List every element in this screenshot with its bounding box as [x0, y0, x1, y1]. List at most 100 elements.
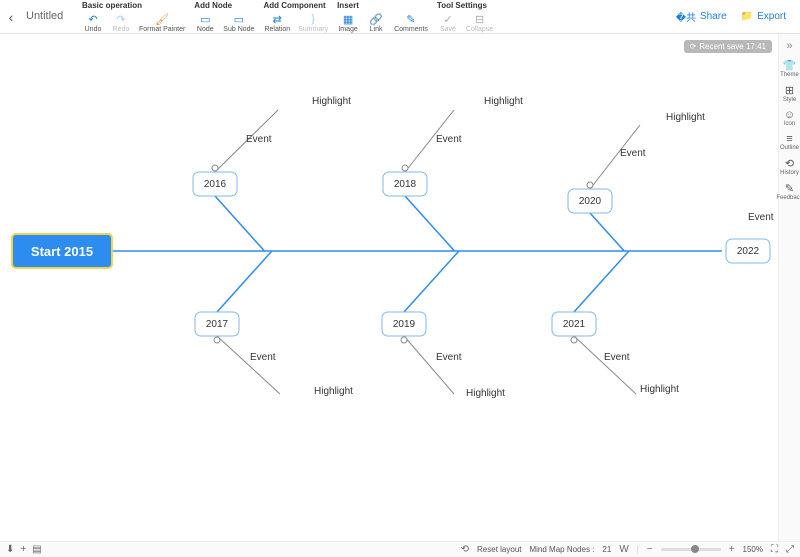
year-node-2022[interactable]: 2022: [726, 239, 770, 263]
year-node-2019[interactable]: 2019: [382, 312, 426, 336]
zoom-out-button[interactable]: −: [647, 544, 653, 555]
branch-line: [404, 251, 459, 312]
summary-button: }Summary: [295, 11, 331, 34]
panel-style-button[interactable]: ⊞Style: [776, 81, 800, 106]
save-badge: ⟳ Recent save 17:41: [684, 40, 772, 53]
svg-text:Event: Event: [246, 134, 272, 145]
comments-icon: ✎: [404, 12, 418, 26]
highlight-node[interactable]: Highlight: [640, 384, 679, 395]
history-icon: ⟲: [785, 157, 794, 170]
year-node-2018[interactable]: 2018: [383, 172, 427, 196]
svg-text:2020: 2020: [579, 196, 602, 207]
fullscreen-icon[interactable]: ⤢: [786, 544, 794, 555]
event-node[interactable]: Event: [250, 352, 276, 363]
refresh-icon: ⟳: [690, 42, 697, 51]
svg-text:Event: Event: [604, 352, 630, 363]
undo-icon: ↶: [86, 12, 100, 26]
year-node-2016[interactable]: 2016: [193, 172, 237, 196]
export-button[interactable]: 📁Export: [741, 11, 786, 22]
nodes-label: Mind Map Nodes :: [529, 545, 594, 554]
back-button[interactable]: ‹: [4, 0, 18, 33]
event-node[interactable]: Event: [620, 148, 646, 159]
svg-text:Highlight: Highlight: [666, 112, 705, 123]
branch-line: [574, 336, 636, 394]
format-painter-icon: 🖌: [155, 12, 169, 26]
svg-text:Start 2015: Start 2015: [31, 244, 93, 259]
connector-dot: [214, 337, 220, 343]
event-node[interactable]: Event: [748, 212, 774, 223]
panel-icon-button[interactable]: ☺Icon: [776, 106, 800, 130]
share-button[interactable]: �共Share: [676, 9, 727, 24]
image-icon: ▦: [341, 12, 355, 26]
right-panel: » 👕Theme⊞Style☺Icon≡Outline⟲History✎Feed…: [778, 34, 800, 541]
image-button[interactable]: ▦Image: [335, 11, 361, 34]
format-painter-button[interactable]: 🖌Format Painter: [136, 11, 188, 34]
download-icon[interactable]: ⬇: [6, 544, 14, 555]
reset-layout-icon[interactable]: ⟲: [461, 544, 469, 555]
connector-dot: [212, 165, 218, 171]
zoom-slider[interactable]: [661, 548, 721, 551]
link-button[interactable]: 🔗Link: [363, 11, 389, 34]
svg-text:Highlight: Highlight: [484, 96, 523, 107]
canvas[interactable]: ⟳ Recent save 17:41 Start 2015 2016 Event H…: [0, 34, 778, 541]
highlight-node[interactable]: Highlight: [312, 96, 351, 107]
plus-icon[interactable]: +: [20, 544, 26, 555]
redo-icon: ↷: [114, 12, 128, 26]
fit-icon[interactable]: ⛶: [771, 544, 778, 555]
event-node[interactable]: Event: [246, 134, 272, 145]
svg-text:Event: Event: [436, 134, 462, 145]
start-node[interactable]: Start 2015: [12, 234, 112, 268]
summary-icon: }: [306, 12, 320, 26]
year-node-2017[interactable]: 2017: [195, 312, 239, 336]
highlight-node[interactable]: Highlight: [466, 388, 505, 399]
svg-text:Event: Event: [748, 212, 774, 223]
branch-line: [574, 251, 629, 312]
svg-text:Highlight: Highlight: [466, 388, 505, 399]
connector-dot: [571, 337, 577, 343]
svg-text:2016: 2016: [204, 179, 227, 190]
event-node[interactable]: Event: [436, 134, 462, 145]
sub-node-button[interactable]: ▭Sub Node: [220, 11, 257, 34]
word-count-icon[interactable]: W: [619, 544, 628, 555]
branch-line: [217, 336, 280, 394]
svg-text:Event: Event: [620, 148, 646, 159]
svg-text:2018: 2018: [394, 179, 417, 190]
grid-icon[interactable]: ▤: [32, 544, 41, 555]
zoom-in-button[interactable]: +: [729, 544, 735, 555]
branch-line: [405, 196, 455, 251]
svg-text:2022: 2022: [737, 246, 760, 257]
folder-icon: 📁: [741, 11, 753, 22]
panel-theme-button[interactable]: 👕Theme: [776, 56, 800, 81]
panel-history-button[interactable]: ⟲History: [776, 154, 800, 179]
share-icon: �共: [676, 9, 696, 24]
node-button[interactable]: ▭Node: [192, 11, 218, 34]
undo-button[interactable]: ↶Undo: [80, 11, 106, 34]
event-node[interactable]: Event: [436, 352, 462, 363]
svg-text:2017: 2017: [206, 319, 229, 330]
year-node-2021[interactable]: 2021: [552, 312, 596, 336]
highlight-node[interactable]: Highlight: [484, 96, 523, 107]
panel-outline-button[interactable]: ≡Outline: [776, 130, 800, 154]
doc-title[interactable]: Untitled: [18, 0, 78, 33]
reset-layout-label[interactable]: Reset layout: [477, 545, 521, 554]
svg-text:Highlight: Highlight: [640, 384, 679, 395]
svg-text:2021: 2021: [563, 319, 586, 330]
toolbar-group-label: Insert: [335, 0, 431, 11]
year-node-2020[interactable]: 2020: [568, 189, 612, 213]
sub-node-icon: ▭: [232, 12, 246, 26]
relation-button[interactable]: ⇄Relation: [261, 11, 293, 34]
branch-line: [404, 336, 454, 394]
fishbone-diagram[interactable]: Start 2015 2016 Event Highlight 2018 Event Hig…: [0, 34, 778, 541]
toolbar-group-label: Add Component: [261, 0, 331, 11]
svg-text:2019: 2019: [393, 319, 416, 330]
comments-button[interactable]: ✎Comments: [391, 11, 431, 34]
collapse-panel-button[interactable]: »: [784, 38, 794, 54]
highlight-node[interactable]: Highlight: [666, 112, 705, 123]
panel-feedback-button[interactable]: ✎Feedback: [776, 179, 800, 204]
event-node[interactable]: Event: [604, 352, 630, 363]
branch-line: [217, 251, 272, 312]
branch-line: [590, 213, 624, 251]
svg-text:Highlight: Highlight: [314, 386, 353, 397]
highlight-node[interactable]: Highlight: [314, 386, 353, 397]
relation-icon: ⇄: [270, 12, 284, 26]
